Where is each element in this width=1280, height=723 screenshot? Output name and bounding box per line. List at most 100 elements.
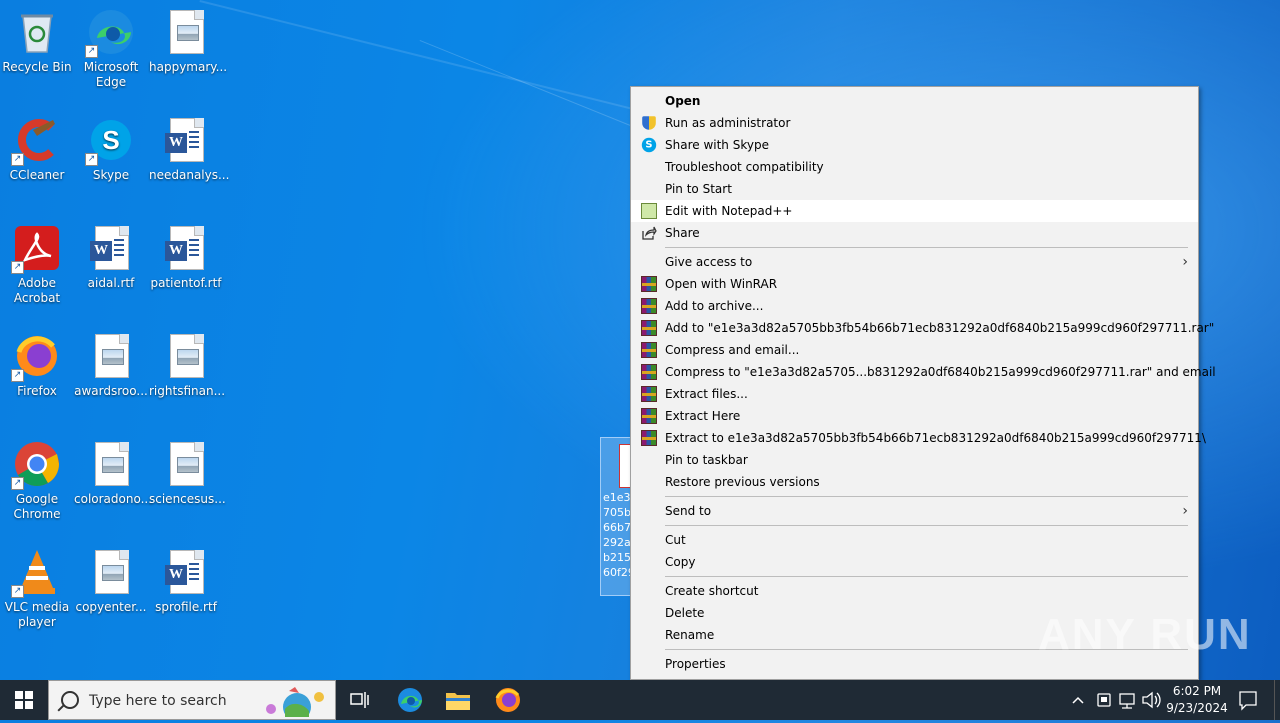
desktop-icon-google-chrome[interactable]: ↗ Google Chrome <box>0 440 74 522</box>
desktop-icon-patientof[interactable]: W patientof.rtf <box>149 224 223 291</box>
desktop-icon-ccleaner[interactable]: ↗ CCleaner <box>0 116 74 183</box>
desktop-icon-label: Firefox <box>17 384 57 398</box>
image-file-icon <box>87 440 135 488</box>
winrar-icon <box>641 298 657 314</box>
taskbar-search-box[interactable]: Type here to search <box>48 680 336 720</box>
menu-item-compress-and-email[interactable]: Compress and email... <box>631 339 1198 361</box>
desktop-icon-aidal[interactable]: W aidal.rtf <box>74 224 148 291</box>
desktop-icon-label: Microsoft Edge <box>83 60 139 89</box>
chrome-icon: ↗ <box>11 440 61 490</box>
menu-item-extract-here[interactable]: Extract Here <box>631 405 1198 427</box>
winrar-icon <box>641 342 657 358</box>
firefox-icon: ↗ <box>11 332 61 382</box>
menu-item-label: Open with WinRAR <box>665 277 778 291</box>
menu-item-label: Extract to e1e3a3d82a5705bb3fb54b66b71ec… <box>665 431 1206 445</box>
menu-item-label: Rename <box>665 628 715 642</box>
menu-item-open[interactable]: Open <box>631 90 1198 112</box>
menu-item-pin-to-start[interactable]: Pin to Start <box>631 178 1198 200</box>
menu-item-copy[interactable]: Copy <box>631 551 1198 573</box>
menu-item-create-shortcut[interactable]: Create shortcut <box>631 580 1198 602</box>
desktop-icon-skype[interactable]: S ↗ Skype <box>74 116 148 183</box>
tray-volume-button[interactable] <box>1140 680 1162 720</box>
chevron-right-icon: › <box>1182 254 1188 270</box>
taskbar-clock[interactable]: 6:02 PM 9/23/2024 <box>1162 683 1232 717</box>
desktop-icon-copyenter[interactable]: copyenter... <box>74 548 148 615</box>
shortcut-arrow-icon: ↗ <box>11 261 24 274</box>
acrobat-icon: ↗ <box>11 224 61 274</box>
menu-item-label: Extract Here <box>665 409 741 423</box>
desktop-icon-recycle-bin[interactable]: Recycle Bin <box>0 8 74 75</box>
show-hidden-icons-button[interactable] <box>1068 680 1088 720</box>
menu-item-compress-to-rar-and-email[interactable]: Compress to "e1e3a3d82a5705...b831292a0d… <box>631 361 1216 383</box>
menu-item-label: Delete <box>665 606 705 620</box>
desktop-icon-label: rightsfinan... <box>149 384 226 398</box>
desktop-icon-label: VLC media player <box>4 600 70 629</box>
desktop-icon-vlc[interactable]: ↗ VLC media player <box>0 548 74 630</box>
winrar-icon <box>641 430 657 446</box>
desktop-icon-needanalys[interactable]: W needanalys... <box>149 116 230 183</box>
menu-item-open-with-winrar[interactable]: Open with WinRAR <box>631 273 1198 295</box>
menu-item-share-with-skype[interactable]: S Share with Skype <box>631 134 1198 156</box>
menu-item-edit-with-notepadpp[interactable]: Edit with Notepad++ <box>631 200 1198 222</box>
menu-separator <box>665 496 1188 497</box>
menu-item-label: Compress and email... <box>665 343 800 357</box>
selected-file-name-line: 66b71 <box>603 521 633 534</box>
menu-item-restore-previous-versions[interactable]: Restore previous versions <box>631 471 1198 493</box>
show-desktop-button[interactable] <box>1274 680 1275 720</box>
winrar-icon <box>641 320 657 336</box>
edge-icon: ↗ <box>85 8 135 58</box>
desktop-icon-label: Adobe Acrobat <box>13 276 61 305</box>
taskbar-edge-button[interactable] <box>386 680 434 720</box>
menu-item-add-to-archive[interactable]: Add to archive... <box>631 295 1198 317</box>
menu-item-extract-files[interactable]: Extract files... <box>631 383 1198 405</box>
taskbar-file-explorer-button[interactable] <box>434 680 482 720</box>
selected-file-name: e1e3a 705bb 66b71 292a0 b215a 60f29 <box>603 490 633 580</box>
taskbar-firefox-button[interactable] <box>484 680 532 720</box>
desktop-icon-sprofile[interactable]: W sprofile.rtf <box>149 548 223 615</box>
desktop-icon-label: copyenter... <box>75 600 147 614</box>
action-center-button[interactable] <box>1232 680 1264 720</box>
svg-text:S: S <box>102 125 119 155</box>
menu-item-add-to-rar[interactable]: Add to "e1e3a3d82a5705bb3fb54b66b71ecb83… <box>631 317 1214 339</box>
shortcut-arrow-icon: ↗ <box>11 153 24 166</box>
desktop-icon-firefox[interactable]: ↗ Firefox <box>0 332 74 399</box>
menu-item-label: Run as administrator <box>665 116 791 130</box>
desktop-icon-rightsfinan[interactable]: rightsfinan... <box>149 332 226 399</box>
start-button[interactable] <box>0 680 48 720</box>
desktop-icon-microsoft-edge[interactable]: ↗ Microsoft Edge <box>74 8 148 90</box>
menu-item-label: Add to "e1e3a3d82a5705bb3fb54b66b71ecb83… <box>665 321 1215 335</box>
menu-item-label: Properties <box>665 657 726 671</box>
desktop-icon-adobe-acrobat[interactable]: ↗ Adobe Acrobat <box>0 224 74 306</box>
desktop-icon-label: needanalys... <box>149 168 230 182</box>
menu-item-run-as-administrator[interactable]: Run as administrator <box>631 112 1198 134</box>
selected-desktop-file[interactable]: e1e3a 705bb 66b71 292a0 b215a 60f29 <box>600 437 635 596</box>
clock-date: 9/23/2024 <box>1166 701 1228 715</box>
task-view-button[interactable] <box>336 680 384 720</box>
anyrun-watermark: ANY RUN <box>1038 610 1252 659</box>
clock-time: 6:02 PM <box>1172 684 1222 698</box>
menu-item-send-to[interactable]: Send to › <box>631 500 1198 522</box>
menu-item-share[interactable]: Share <box>631 222 1198 244</box>
search-highlight-icon <box>266 687 324 717</box>
desktop-icon-sciencesus[interactable]: sciencesus... <box>149 440 226 507</box>
desktop-icon-coloradono[interactable]: coloradono... <box>74 440 152 507</box>
tray-device-button[interactable] <box>1094 680 1114 720</box>
winrar-icon <box>641 386 657 402</box>
menu-item-label: Extract files... <box>665 387 748 401</box>
shortcut-arrow-icon: ↗ <box>85 45 98 58</box>
menu-item-cut[interactable]: Cut <box>631 529 1198 551</box>
selected-file-name-line: 60f29 <box>603 566 633 579</box>
skype-icon: S <box>641 137 657 153</box>
menu-item-pin-to-taskbar[interactable]: Pin to taskbar <box>631 449 1198 471</box>
selected-file-name-line: e1e3a <box>603 491 633 504</box>
desktop-icon-label: CCleaner <box>9 168 65 182</box>
desktop-icon-happymary[interactable]: happymary... <box>149 8 227 75</box>
desktop-icon-awardsroo[interactable]: awardsroo... <box>74 332 148 399</box>
menu-item-give-access-to[interactable]: Give access to › <box>631 251 1198 273</box>
shortcut-arrow-icon: ↗ <box>85 153 98 166</box>
tray-network-button[interactable] <box>1117 680 1137 720</box>
menu-item-troubleshoot-compatibility[interactable]: Troubleshoot compatibility <box>631 156 1198 178</box>
menu-item-extract-to-folder[interactable]: Extract to e1e3a3d82a5705bb3fb54b66b71ec… <box>631 427 1206 449</box>
shortcut-arrow-icon: ↗ <box>11 585 24 598</box>
desktop-icon-label: patientof.rtf <box>150 276 222 290</box>
